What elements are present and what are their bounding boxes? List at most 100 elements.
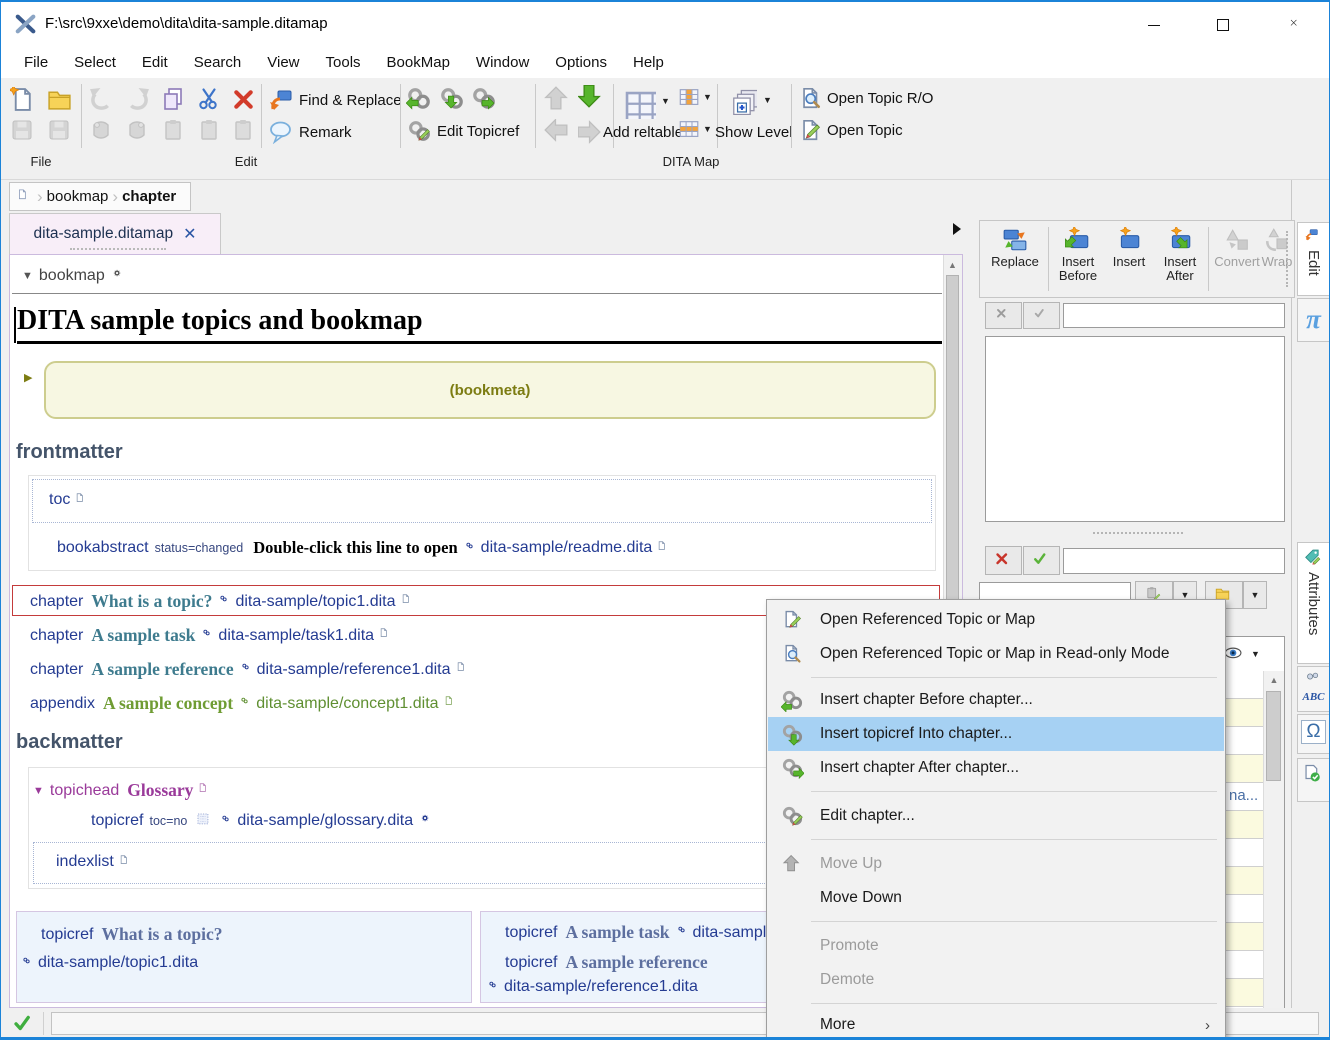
scroll-up-icon[interactable]: ▲ xyxy=(944,260,961,270)
delete-button[interactable] xyxy=(229,85,257,113)
breadcrumb-item-bookmap[interactable]: bookmap xyxy=(47,188,109,205)
tab-validate[interactable] xyxy=(1297,758,1330,802)
edit-input[interactable] xyxy=(1063,303,1285,328)
show-level-label[interactable]: Show Level xyxy=(715,124,793,141)
cut-button[interactable] xyxy=(195,85,223,113)
promote-button[interactable] xyxy=(542,118,570,146)
open-topic-label[interactable]: Open Topic xyxy=(827,122,903,139)
wrap-tool-button[interactable]: Wrap xyxy=(1258,227,1296,269)
redo-history-button[interactable] xyxy=(123,116,151,144)
topichead-row[interactable]: ▼ topichead Glossary xyxy=(33,780,213,801)
appendix-href[interactable]: dita-sample/concept1.dita xyxy=(256,695,438,713)
move-down-button[interactable] xyxy=(577,84,605,112)
insert-row-button[interactable] xyxy=(677,117,701,141)
menu-view[interactable]: View xyxy=(254,50,312,75)
edit-topicref-label[interactable]: Edit Topicref xyxy=(437,123,519,140)
menu-item-open-referenced-ro[interactable]: Open Referenced Topic or Map in Read-onl… xyxy=(768,637,1224,671)
menu-window[interactable]: Window xyxy=(463,50,542,75)
find-replace-button[interactable] xyxy=(267,86,295,114)
replace-tool-button[interactable]: Replace xyxy=(986,227,1044,269)
bookabstract-href[interactable]: dita-sample/readme.dita xyxy=(481,539,653,557)
reltable-cell-1[interactable]: topicref What is a topic? dita-sample/to… xyxy=(16,911,472,1003)
frontmatter-heading[interactable]: frontmatter xyxy=(16,441,123,464)
menu-item-open-referenced[interactable]: Open Referenced Topic or Map xyxy=(768,603,1224,637)
book-title[interactable]: DITA sample topics and bookmap xyxy=(17,305,942,344)
show-level-dropdown[interactable]: ▼ xyxy=(763,95,772,105)
move-up-button[interactable] xyxy=(542,84,570,112)
breadcrumb-item-chapter[interactable]: chapter xyxy=(122,188,176,205)
topichead-toggle-icon[interactable]: ▼ xyxy=(33,785,44,797)
bookmeta-toggle-icon[interactable]: ▶ xyxy=(24,371,32,384)
chapter-href[interactable]: dita-sample/task1.dita xyxy=(218,627,374,645)
bookabstract-row[interactable]: bookabstract status=changed Double-click… xyxy=(57,538,672,558)
insert-topicref-into-button[interactable] xyxy=(438,85,466,113)
add-reltable-label[interactable]: Add reltable xyxy=(603,124,683,141)
attr-apply-button[interactable] xyxy=(1023,546,1060,575)
chapter-row-2[interactable]: chapter A sample task dita-sample/task1.… xyxy=(30,625,394,646)
menu-item-insert-into[interactable]: Insert topicref Into chapter... xyxy=(768,717,1224,751)
minimize-button[interactable] xyxy=(1131,10,1177,40)
edit-topicref-button[interactable] xyxy=(405,117,433,145)
scroll-up-icon[interactable]: ▲ xyxy=(1264,675,1284,685)
menu-bookmap[interactable]: BookMap xyxy=(374,50,463,75)
menu-file[interactable]: File xyxy=(11,50,61,75)
insert-topicref-before-button[interactable] xyxy=(405,85,433,113)
tab-characters[interactable]: Ω xyxy=(1297,714,1330,754)
glossary-topicref-row[interactable]: topicref toc=no dita-sample/glossary.dit… xyxy=(91,812,435,830)
copy-button[interactable] xyxy=(159,85,187,113)
find-replace-label[interactable]: Find & Replace xyxy=(299,92,402,109)
menu-item-promote[interactable]: Promote xyxy=(768,929,1224,963)
undo-history-button[interactable] xyxy=(87,116,115,144)
remark-label[interactable]: Remark xyxy=(299,124,352,141)
tab-overflow-icon[interactable] xyxy=(953,223,961,235)
tab-edit[interactable]: Edit xyxy=(1297,222,1330,296)
menu-item-more[interactable]: More › xyxy=(768,1008,1224,1039)
gear-icon[interactable] xyxy=(113,269,127,283)
chapter-row-3[interactable]: chapter A sample reference dita-sample/r… xyxy=(30,659,471,680)
show-level-button[interactable] xyxy=(729,87,757,115)
paste-button[interactable] xyxy=(159,116,187,144)
backmatter-heading[interactable]: backmatter xyxy=(16,731,123,754)
add-reltable-button[interactable] xyxy=(621,84,657,120)
insert-column-button[interactable] xyxy=(677,85,701,109)
open-topic-ro-button[interactable] xyxy=(798,86,822,110)
insert-row-dropdown[interactable]: ▼ xyxy=(703,124,712,134)
topicref-href[interactable]: dita-sample/topic1.dita xyxy=(38,954,198,972)
demote-button[interactable] xyxy=(577,118,605,146)
bookmeta-collapsed[interactable]: (bookmeta) xyxy=(44,361,936,419)
attr-file-dropdown[interactable]: ▼ xyxy=(1243,581,1267,609)
new-document-button[interactable] xyxy=(8,85,36,113)
close-button[interactable] xyxy=(1273,10,1319,40)
insert-after-tool-button[interactable]: Insert After xyxy=(1154,227,1206,283)
menu-item-insert-before[interactable]: Insert chapter Before chapter... xyxy=(768,683,1224,717)
chapter-href[interactable]: dita-sample/topic1.dita xyxy=(235,593,395,611)
root-element-header[interactable]: ▼ bookmap xyxy=(22,267,127,285)
attr-cancel-button[interactable] xyxy=(985,546,1022,575)
menu-options[interactable]: Options xyxy=(542,50,620,75)
menu-item-edit-chapter[interactable]: Edit chapter... xyxy=(768,799,1224,833)
insert-topicref-after-button[interactable] xyxy=(470,85,498,113)
menu-tools[interactable]: Tools xyxy=(313,50,374,75)
save-all-button[interactable] xyxy=(45,116,73,144)
attr-scrollbar[interactable]: ▲ ▼ xyxy=(1263,671,1284,1040)
appendix-row[interactable]: appendix A sample concept dita-sample/co… xyxy=(30,693,459,714)
open-topic-ro-label[interactable]: Open Topic R/O xyxy=(827,90,933,107)
menu-item-demote[interactable]: Demote xyxy=(768,963,1224,997)
paste-after-button[interactable] xyxy=(229,116,257,144)
undo-button[interactable] xyxy=(87,85,115,113)
edit-cancel-button[interactable] xyxy=(985,302,1022,329)
insert-before-tool-button[interactable]: Insert Before xyxy=(1052,227,1104,283)
panel-splitter[interactable] xyxy=(1093,532,1183,534)
tab-dita-sample[interactable]: dita-sample.ditamap ✕ xyxy=(9,213,221,254)
edit-list-box[interactable] xyxy=(985,336,1285,522)
menu-item-insert-after[interactable]: Insert chapter After chapter... xyxy=(768,751,1224,785)
maximize-button[interactable] xyxy=(1200,10,1246,40)
edit-apply-button[interactable] xyxy=(1023,302,1060,329)
menu-item-move-down[interactable]: Move Down xyxy=(768,881,1224,915)
chapter-row-1[interactable]: chapter What is a topic? dita-sample/top… xyxy=(30,591,416,612)
visibility-filter[interactable]: ▼ xyxy=(1224,639,1284,669)
menu-item-move-up[interactable]: Move Up xyxy=(768,847,1224,881)
attr-value-input[interactable] xyxy=(1063,548,1285,574)
chapter-href[interactable]: dita-sample/reference1.dita xyxy=(257,661,451,679)
paste-before-button[interactable] xyxy=(195,116,223,144)
